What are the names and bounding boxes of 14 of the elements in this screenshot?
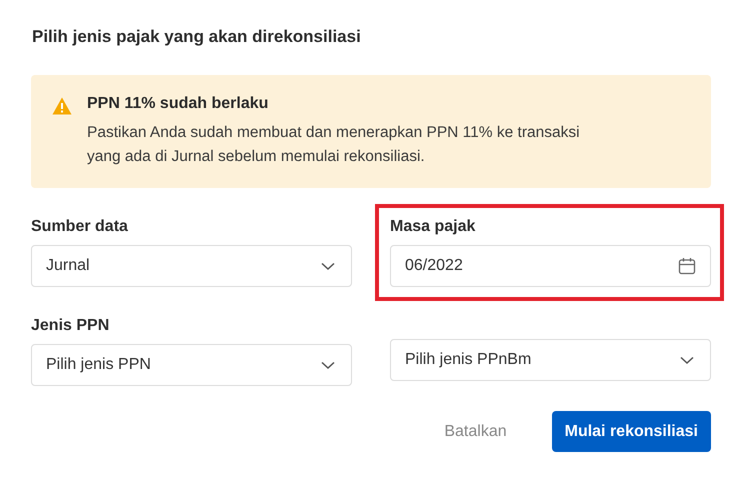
- date-field[interactable]: 06/2022: [390, 245, 711, 287]
- warning-icon: [51, 96, 73, 116]
- field-label: Jenis PPN: [31, 317, 110, 335]
- start-button[interactable]: Mulai rekonsiliasi: [552, 411, 711, 452]
- alert-title: PPN 11% sudah berlaku: [87, 95, 270, 113]
- cancel-button[interactable]: Batalkan: [431, 411, 520, 452]
- dropdown[interactable]: Pilih jenis PPnBm: [390, 339, 711, 381]
- field-label: Masa pajak: [390, 218, 476, 236]
- dropdown[interactable]: Jurnal: [31, 245, 352, 287]
- alert-message: Pastikan Anda sudah membuat dan menerapkan PPN 11% ke transaksi yang ada di Jurnal sebelum memulai rekonsiliasi.: [87, 123, 581, 167]
- dialog-title: Pilih jenis pajak yang akan direkonsiliasi: [32, 27, 362, 47]
- field-label: Sumber data: [31, 218, 129, 236]
- dropdown[interactable]: Pilih jenis PPN: [31, 344, 352, 386]
- calendar-icon: [677, 256, 697, 276]
